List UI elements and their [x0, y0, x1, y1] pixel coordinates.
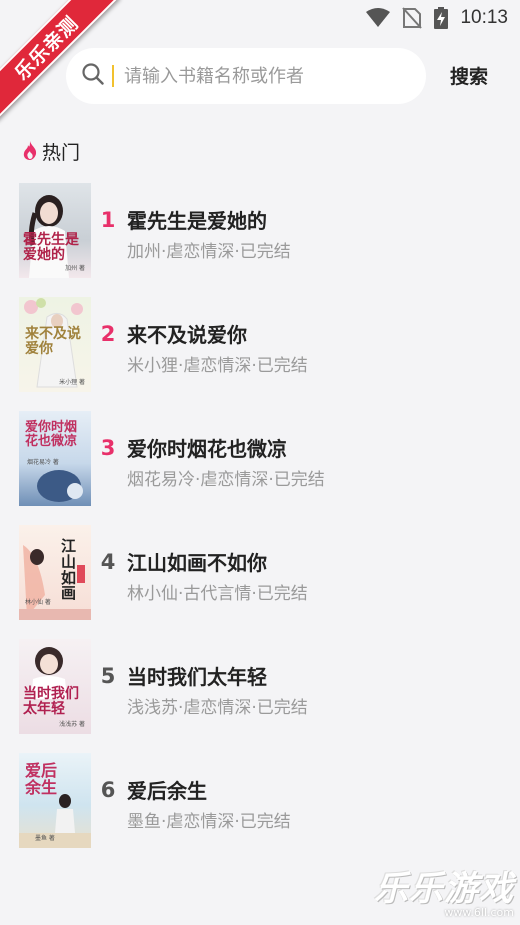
search-icon — [82, 63, 104, 89]
brand-watermark: 乐乐游戏 www.6ll.com — [374, 861, 514, 919]
list-item[interactable]: 来不及说爱你 米小狸 著 2 来不及说爱你 米小狸·虐恋情深·已完结 — [0, 294, 520, 408]
cover-title: 当时我们太年轻 — [23, 686, 79, 717]
cover-title: 爱你时烟花也微凉 — [25, 420, 78, 449]
book-title: 爱后余生 — [127, 779, 207, 803]
book-meta: 墨鱼·虐恋情深·已完结 — [127, 812, 291, 832]
status-clock: 10:13 — [460, 7, 508, 28]
list-item[interactable]: 江山如画 林小仙 著 4 江山如画不如你 林小仙·古代言情·已完结 — [0, 522, 520, 636]
list-item[interactable]: 霍先生是爱她的 加州 著 1 霍先生是爱她的 加州·虐恋情深·已完结 — [0, 180, 520, 294]
book-cover: 霍先生是爱她的 加州 著 — [19, 183, 91, 278]
cover-title: 江山如画 — [61, 537, 77, 603]
section-title: 热门 — [42, 142, 81, 164]
book-title: 爱你时烟花也微凉 — [127, 437, 287, 461]
wifi-icon — [366, 8, 391, 28]
book-title: 来不及说爱你 — [127, 323, 247, 347]
book-title: 当时我们太年轻 — [127, 665, 267, 689]
list-item[interactable]: 爱后余生 墨鱼 著 6 爱后余生 墨鱼·虐恋情深·已完结 — [0, 750, 520, 864]
brand-watermark-text: 乐乐游戏 — [374, 869, 514, 909]
cover-author: 米小狸 著 — [59, 379, 85, 386]
cover-author: 浅浅苏 著 — [59, 721, 85, 728]
cover-title: 爱后余生 — [25, 761, 58, 797]
cover-title: 霍先生是爱她的 — [23, 232, 79, 263]
search-screen: 10:13 乐乐亲测 搜索 热门 霍先生是爱她的 加州 著 1 — [0, 0, 520, 925]
flame-icon — [22, 140, 38, 164]
search-button[interactable]: 搜索 — [450, 62, 488, 89]
book-cover: 爱后余生 墨鱼 著 — [19, 753, 91, 848]
search-box[interactable] — [66, 48, 426, 104]
book-cover: 来不及说爱你 米小狸 著 — [19, 297, 91, 392]
cover-title: 来不及说爱你 — [25, 326, 81, 357]
rank-number: 1 — [100, 208, 116, 232]
no-sim-icon — [402, 7, 423, 29]
list-item[interactable]: 当时我们太年轻 浅浅苏 著 5 当时我们太年轻 浅浅苏·虐恋情深·已完结 — [0, 636, 520, 750]
book-meta: 浅浅苏·虐恋情深·已完结 — [127, 698, 308, 718]
book-title: 江山如画不如你 — [127, 551, 267, 575]
book-meta: 加州·虐恋情深·已完结 — [127, 242, 291, 262]
book-cover: 爱你时烟花也微凉 烟花易冷 著 — [19, 411, 91, 506]
rank-number: 5 — [100, 664, 116, 688]
cover-author: 林小仙 著 — [25, 599, 51, 606]
cover-author: 烟花易冷 著 — [27, 459, 59, 466]
book-cover: 当时我们太年轻 浅浅苏 著 — [19, 639, 91, 734]
cover-author: 加州 著 — [65, 265, 85, 272]
book-cover: 江山如画 林小仙 著 — [19, 525, 91, 620]
hot-section-header: 热门 — [22, 138, 80, 165]
book-meta: 烟花易冷·虐恋情深·已完结 — [127, 470, 325, 490]
rank-number: 4 — [100, 550, 116, 574]
rank-number: 3 — [100, 436, 116, 460]
book-meta: 林小仙·古代言情·已完结 — [127, 584, 308, 604]
list-item[interactable]: 爱你时烟花也微凉 烟花易冷 著 3 爱你时烟花也微凉 烟花易冷·虐恋情深·已完结 — [0, 408, 520, 522]
book-meta: 米小狸·虐恋情深·已完结 — [127, 356, 308, 376]
book-title: 霍先生是爱她的 — [127, 209, 267, 233]
battery-charging-icon — [434, 7, 449, 29]
text-caret — [112, 65, 114, 87]
cover-author: 墨鱼 著 — [35, 835, 55, 842]
search-input[interactable] — [124, 65, 404, 87]
rank-number: 2 — [100, 322, 116, 346]
rank-number: 6 — [100, 778, 116, 802]
hot-book-list: 霍先生是爱她的 加州 著 1 霍先生是爱她的 加州·虐恋情深·已完结 来不及说爱… — [0, 180, 520, 864]
